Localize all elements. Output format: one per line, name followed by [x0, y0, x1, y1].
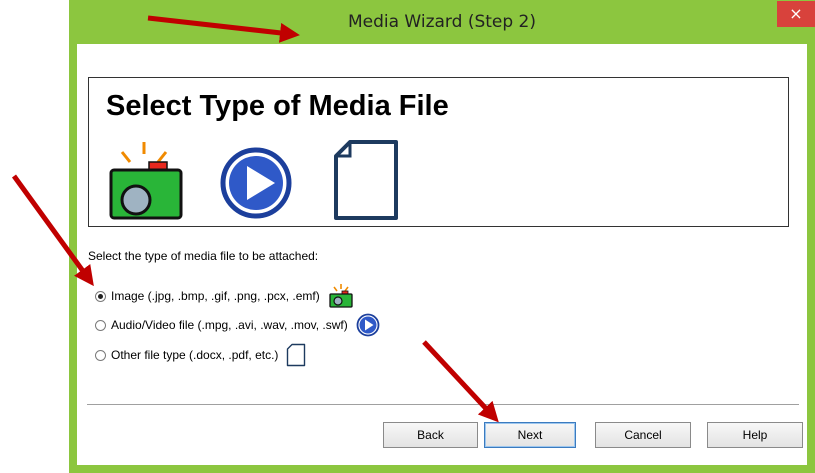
divider: [87, 404, 799, 406]
wizard-client-area: Select Type of Media File Select the typ…: [77, 44, 807, 465]
document-icon: [334, 140, 398, 220]
play-icon: [220, 147, 292, 219]
media-wizard-window: Media Wizard (Step 2) × Select Type of M…: [69, 0, 815, 473]
other-radio[interactable]: [95, 349, 106, 361]
image-radio[interactable]: [95, 290, 106, 302]
next-button[interactable]: Next: [484, 422, 576, 448]
document-icon: [287, 343, 306, 367]
camera-icon: [329, 284, 353, 308]
option-image[interactable]: Image (.jpg, .bmp, .gif, .png, .pcx, .em…: [95, 284, 354, 308]
audio-video-radio[interactable]: [95, 319, 106, 331]
page-title: Select Type of Media File: [106, 90, 449, 122]
close-button[interactable]: ×: [777, 1, 815, 27]
cancel-button[interactable]: Cancel: [595, 422, 691, 448]
title-bar[interactable]: Media Wizard (Step 2) ×: [69, 0, 815, 44]
window-title: Media Wizard (Step 2): [347, 12, 537, 32]
option-image-label: Image (.jpg, .bmp, .gif, .png, .pcx, .em…: [111, 289, 320, 303]
play-icon: [356, 313, 380, 337]
option-other-label: Other file type (.docx, .pdf, etc.): [111, 348, 279, 362]
back-button[interactable]: Back: [383, 422, 478, 448]
option-audio-video-label: Audio/Video file (.mpg, .avi, .wav, .mov…: [111, 318, 348, 332]
header-panel: Select Type of Media File: [88, 77, 789, 227]
camera-icon: [109, 142, 183, 220]
option-other[interactable]: Other file type (.docx, .pdf, etc.): [95, 343, 306, 367]
option-audio-video[interactable]: Audio/Video file (.mpg, .avi, .wav, .mov…: [95, 313, 380, 337]
select-type-prompt: Select the type of media file to be atta…: [88, 249, 319, 263]
help-button[interactable]: Help: [707, 422, 803, 448]
